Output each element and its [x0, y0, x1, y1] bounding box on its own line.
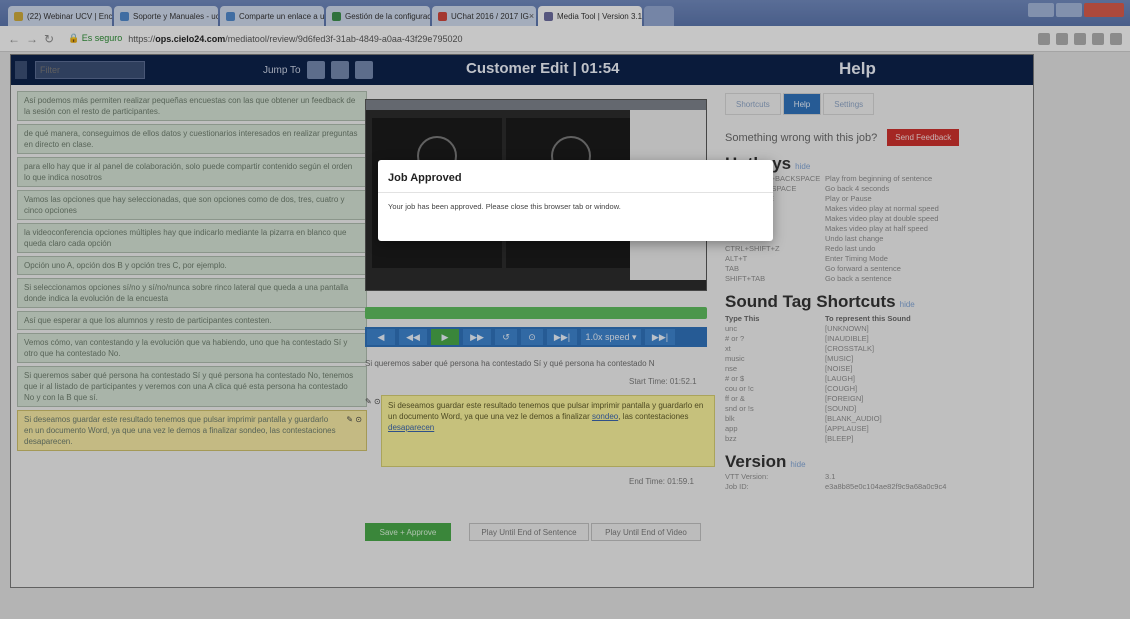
- job-approved-dialog: Job Approved Your job has been approved.…: [378, 160, 773, 241]
- modal-backdrop[interactable]: [0, 0, 1130, 619]
- dialog-message: Your job has been approved. Please close…: [388, 202, 621, 211]
- dialog-title: Job Approved: [378, 160, 773, 193]
